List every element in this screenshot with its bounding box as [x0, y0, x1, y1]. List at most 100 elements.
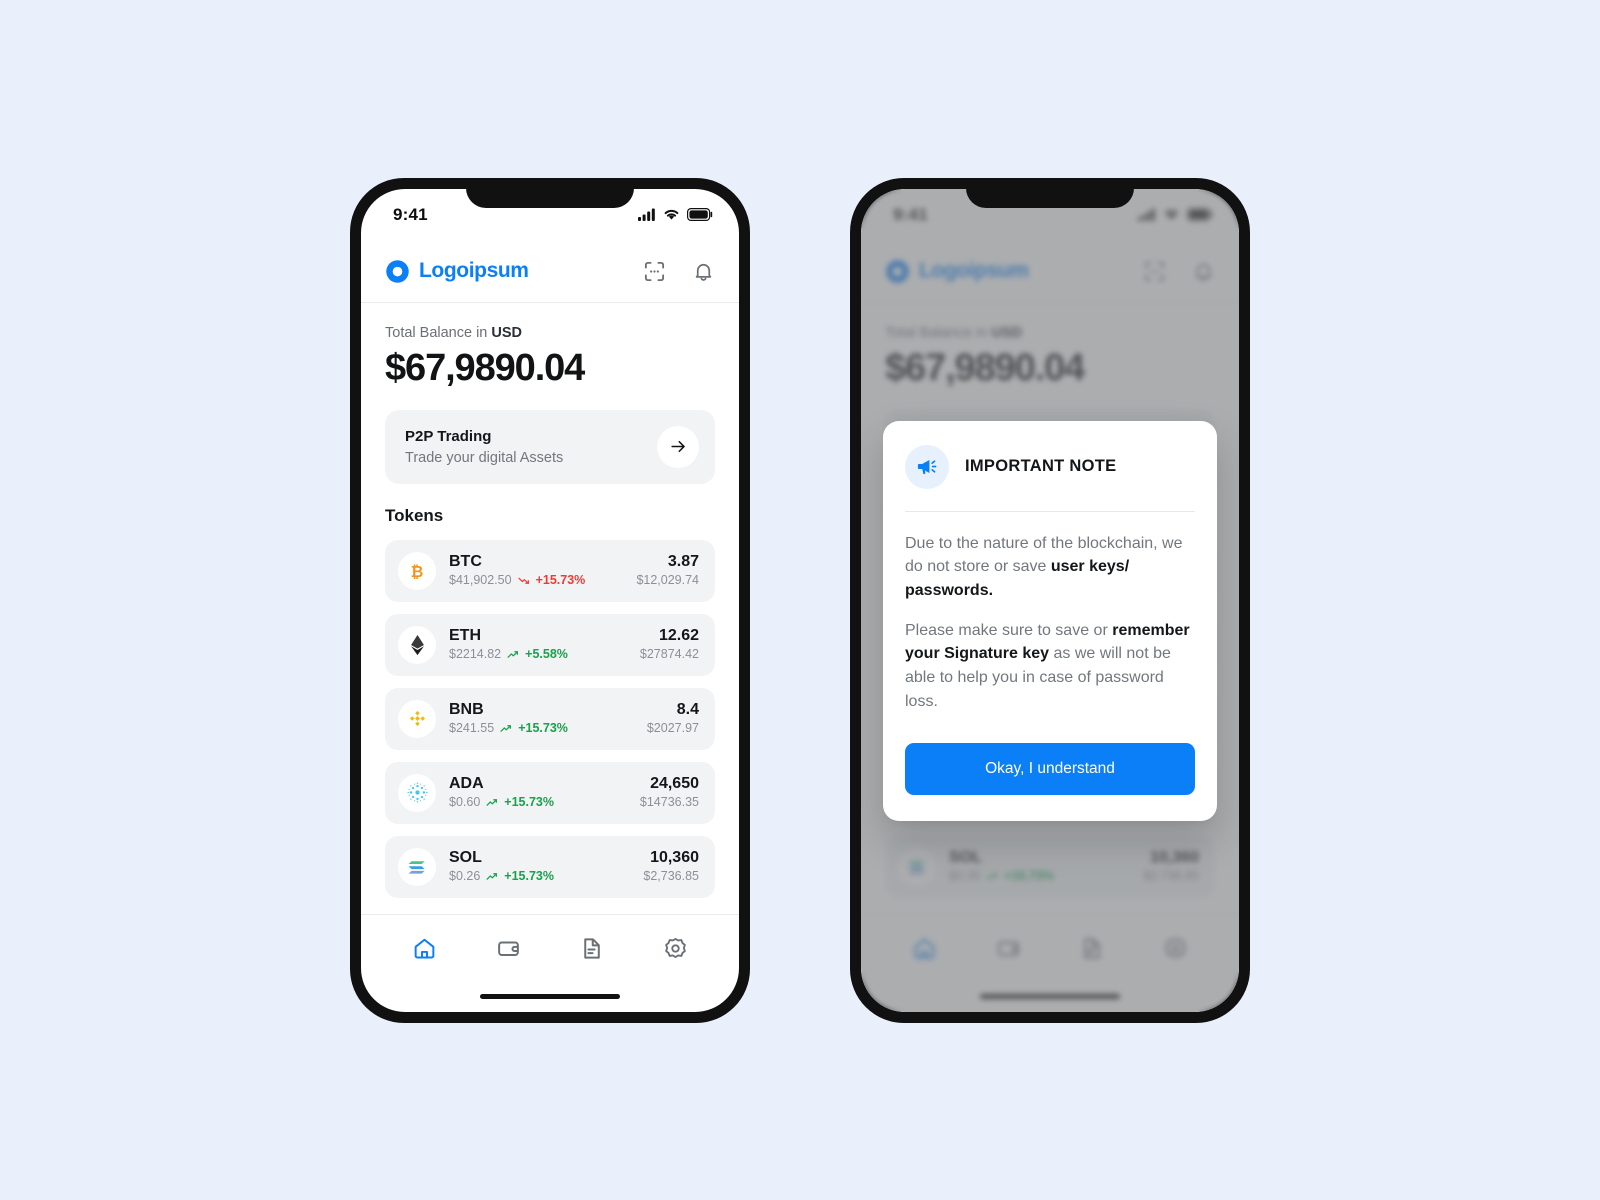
table-row[interactable]: ₿ BTC $41,902.50 +15.73%	[385, 539, 715, 602]
p2p-card-text: P2P Trading Trade your digital Assets	[405, 428, 563, 466]
logoipsum-droplet-icon	[386, 259, 409, 283]
balance-label: Total Balance in USD	[385, 325, 715, 341]
megaphone-icon	[917, 459, 936, 475]
token-price-row: $41,902.50 +15.73%	[449, 572, 623, 588]
table-row[interactable]: SOL $0.26 +15.73% 10,360	[385, 835, 715, 898]
token-change: +15.73%	[504, 869, 554, 884]
trend-up-icon	[507, 651, 519, 658]
token-amount: 24,650	[650, 775, 699, 793]
brand-name: Logoipsum	[419, 259, 529, 282]
token-change: +15.73%	[535, 573, 586, 588]
token-holdings: 10,360 $2,736.85	[643, 848, 699, 884]
token-price: $0.26	[449, 869, 481, 884]
tab-home[interactable]	[398, 926, 452, 970]
binance-icon	[409, 710, 425, 727]
token-price: $0.60	[449, 795, 481, 810]
token-symbol: ADA	[449, 775, 484, 793]
token-amount: 10,360	[650, 849, 699, 867]
home-indicator[interactable]	[480, 994, 620, 999]
arrow-right-icon	[670, 440, 685, 453]
token-icon-badge: ₿	[398, 551, 436, 590]
token-price-row: $0.26 +15.73%	[449, 868, 630, 884]
token-info: BTC $41,902.50 +15.73%	[449, 552, 623, 588]
token-list: ₿ BTC $41,902.50 +15.73%	[385, 539, 715, 898]
gear-icon	[664, 937, 686, 958]
tab-wallet[interactable]	[481, 926, 535, 970]
document-icon	[584, 937, 601, 959]
table-row[interactable]: ADA $0.60 +15.73% 24,650	[385, 761, 715, 824]
token-icon-badge	[398, 773, 436, 812]
trend-down-icon	[518, 577, 529, 584]
token-price-row: $241.55 +15.73%	[449, 720, 634, 736]
token-icon-badge	[398, 625, 436, 664]
trend-up-icon	[486, 873, 498, 880]
token-icon-badge	[398, 699, 436, 738]
token-value: $12,029.74	[636, 573, 699, 588]
screenshot-stage: 9:41 Logoipsum Total Balance in USD $67,…	[0, 0, 1600, 1200]
wallet-icon	[497, 940, 519, 956]
battery-icon	[687, 208, 713, 221]
trend-up-icon	[486, 799, 498, 806]
megaphone-icon-badge	[905, 444, 949, 489]
cellular-signal-icon	[638, 208, 655, 221]
token-change: +5.58%	[525, 647, 568, 662]
balance-currency: USD	[491, 324, 523, 341]
token-price-row: $0.60 +15.73%	[449, 794, 627, 810]
trend-up-icon	[500, 725, 512, 732]
scan-icon[interactable]	[643, 260, 666, 283]
token-value: $2,736.85	[643, 869, 699, 884]
token-symbol: BNB	[449, 701, 484, 719]
token-price: $41,902.50	[449, 573, 512, 588]
p2p-card-subtitle: Trade your digital Assets	[405, 449, 564, 466]
p2p-card-arrow-button[interactable]	[657, 425, 699, 468]
token-symbol: SOL	[449, 849, 482, 867]
app-header-actions	[643, 260, 715, 283]
p2p-card-title: P2P Trading	[405, 427, 492, 445]
app-header: Logoipsum	[361, 241, 739, 303]
token-price: $241.55	[449, 721, 495, 736]
token-change: +15.73%	[518, 721, 568, 736]
phone-mockup-primary: 9:41 Logoipsum Total Balance in USD $67,…	[350, 177, 750, 1023]
main-content: Total Balance in USD $67,9890.04 P2P Tra…	[361, 303, 739, 914]
tab-documents[interactable]	[565, 926, 619, 970]
p2p-trading-card[interactable]: P2P Trading Trade your digital Assets	[385, 409, 715, 484]
status-bar-time: 9:41	[393, 204, 428, 224]
balance-label-prefix: Total Balance in	[385, 324, 492, 341]
phone-notch	[966, 177, 1134, 208]
table-row[interactable]: ETH $2214.82 +5.58% 12.62	[385, 613, 715, 676]
brand-logo[interactable]: Logoipsum	[385, 259, 529, 284]
table-row[interactable]: BNB $241.55 +15.73% 8.4	[385, 687, 715, 750]
token-value: $2027.97	[646, 721, 699, 736]
phone-screen-primary: 9:41 Logoipsum Total Balance in USD $67,…	[361, 188, 739, 1012]
home-indicator-area	[361, 982, 739, 1012]
token-holdings: 8.4 $2027.97	[647, 700, 699, 736]
dialog-title: IMPORTANT NOTE	[965, 457, 1117, 475]
wifi-icon	[664, 209, 679, 220]
token-info: ADA $0.60 +15.73%	[449, 774, 627, 810]
token-info: BNB $241.55 +15.73%	[449, 700, 634, 736]
tab-settings[interactable]	[648, 926, 702, 970]
important-note-dialog: IMPORTANT NOTE Due to the nature of the …	[883, 420, 1217, 822]
bottom-tab-bar	[361, 913, 739, 982]
dialog-p1-text: Due to the nature of the blockchain, we …	[905, 534, 1183, 576]
cardano-icon	[406, 782, 428, 803]
svg-text:₿: ₿	[411, 562, 424, 580]
phone-screen-modal: 9:41	[861, 188, 1239, 1012]
token-holdings: 24,650 $14736.35	[640, 774, 699, 810]
solana-icon	[408, 860, 425, 874]
token-amount: 8.4	[676, 701, 699, 719]
dialog-paragraph-2: Please make sure to save or remember you…	[905, 619, 1195, 714]
token-value: $14736.35	[639, 795, 699, 810]
okay-understand-button[interactable]: Okay, I understand	[905, 743, 1195, 796]
tokens-section-title: Tokens	[385, 505, 444, 525]
home-icon	[414, 938, 435, 958]
token-amount: 3.87	[667, 553, 699, 571]
token-symbol: ETH	[449, 627, 481, 645]
dialog-header: IMPORTANT NOTE	[905, 444, 1195, 512]
bell-icon[interactable]	[692, 260, 715, 283]
token-info: ETH $2214.82 +5.58%	[449, 626, 627, 662]
token-price: $2214.82	[449, 647, 502, 662]
token-price-row: $2214.82 +5.58%	[449, 646, 627, 662]
token-value: $27874.42	[639, 647, 699, 662]
token-holdings: 12.62 $27874.42	[640, 626, 699, 662]
